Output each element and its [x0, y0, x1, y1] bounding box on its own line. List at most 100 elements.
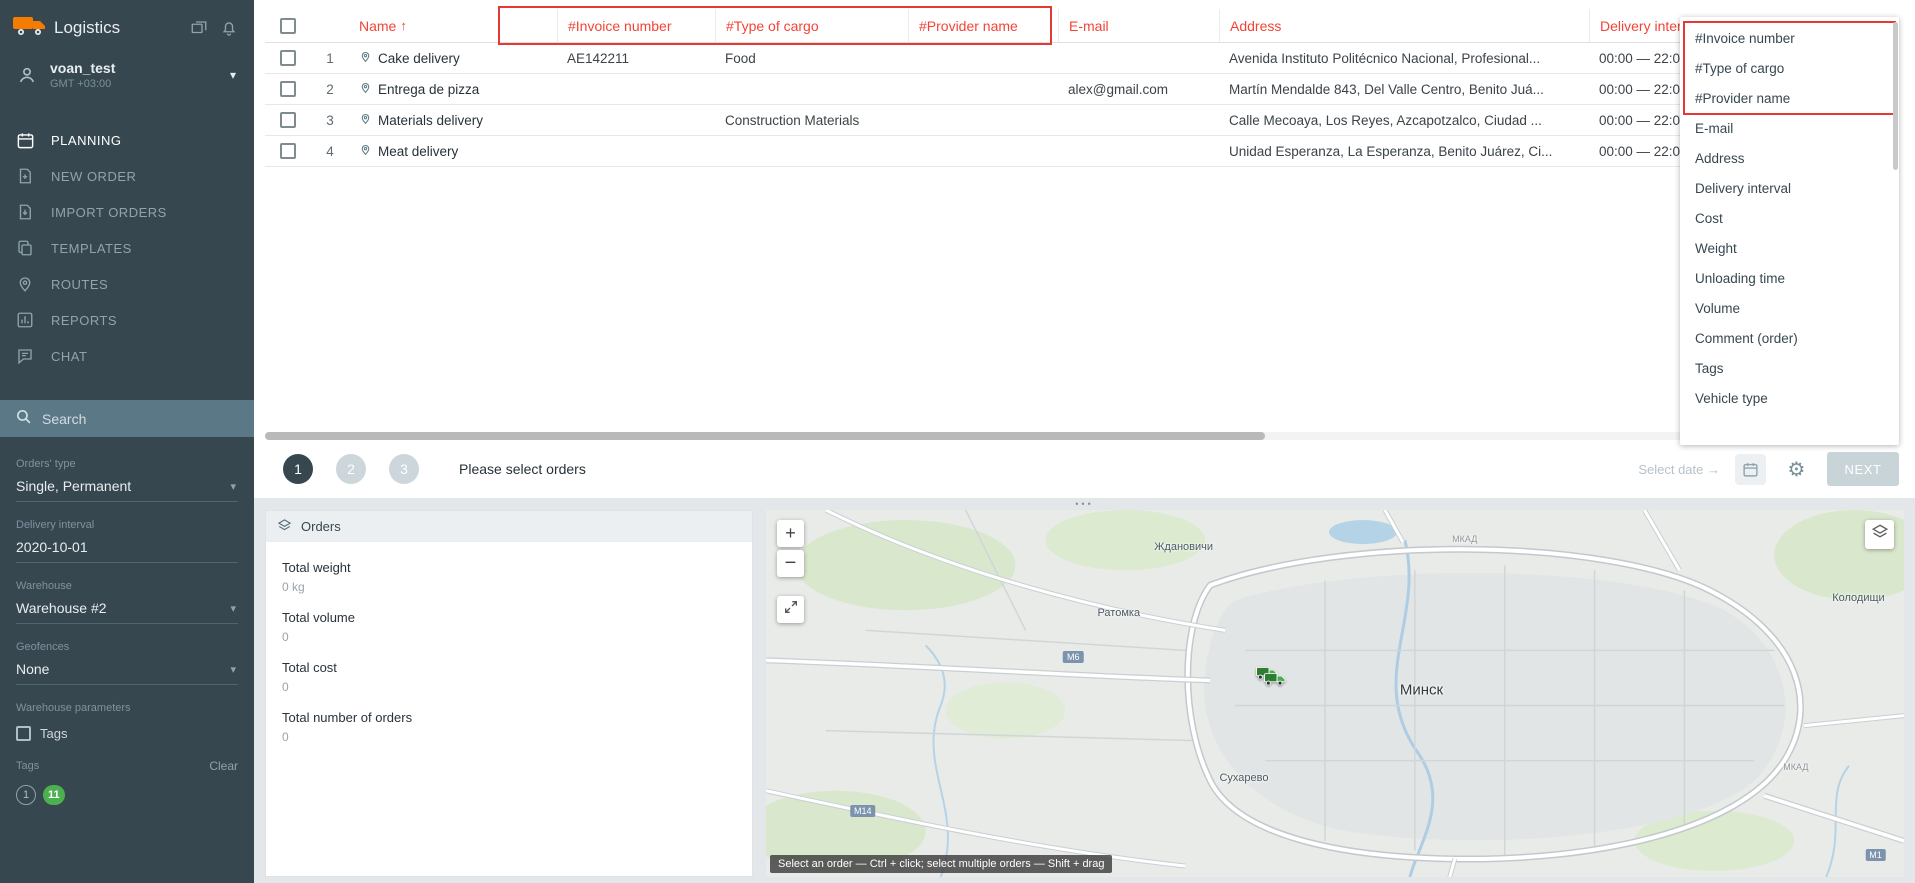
summary-value: 0	[282, 630, 736, 644]
delivery-interval-field[interactable]: 2020-10-01	[16, 531, 238, 563]
summary-value: 0	[282, 730, 736, 744]
column-header-provider-name[interactable]: #Provider name	[908, 9, 1058, 42]
column-menu-item-e-mail[interactable]: E-mail	[1680, 113, 1899, 143]
sidebar-item-routes[interactable]: ROUTES	[0, 266, 254, 302]
fullscreen-button[interactable]	[777, 596, 804, 623]
select-all-checkbox[interactable]	[280, 18, 296, 34]
horizontal-scrollbar[interactable]	[265, 432, 1710, 440]
sidebar-item-label: IMPORT ORDERS	[51, 205, 167, 220]
sidebar-item-import-orders[interactable]: IMPORT ORDERS	[0, 194, 254, 230]
row-checkbox[interactable]	[280, 50, 296, 66]
horizontal-scrollbar-thumb[interactable]	[265, 432, 1265, 440]
map[interactable]: МинскЖдановичиРатомкаКолодищиСухаревоМКА…	[766, 510, 1904, 877]
tags-checkbox-label: Tags	[40, 726, 67, 741]
column-menu-item-invoice-number[interactable]: #Invoice number	[1680, 23, 1899, 53]
search-bar[interactable]: Search	[0, 400, 254, 437]
map-layers-button[interactable]	[1865, 520, 1894, 549]
menu-scrollbar-thumb[interactable]	[1893, 22, 1898, 170]
step-1[interactable]: 1	[283, 454, 313, 484]
order-address: Unidad Esperanza, La Esperanza, Benito J…	[1219, 144, 1589, 159]
user-menu[interactable]: voan_test GMT +03:00 ▾	[0, 50, 254, 94]
row-checkbox[interactable]	[280, 143, 296, 159]
step-2[interactable]: 2	[336, 454, 366, 484]
zoom-in-button[interactable]: +	[777, 520, 804, 547]
select-date-label[interactable]: Select date →	[1638, 462, 1720, 477]
user-name: voan_test	[50, 60, 230, 76]
column-header-label: E-mail	[1069, 18, 1109, 34]
app-root: Logistics voan_test GMT +03:00 ▾ PLANNIN…	[0, 0, 1915, 883]
settings-gear-button[interactable]: ⚙	[1781, 454, 1812, 485]
sidebar-item-templates[interactable]: TEMPLATES	[0, 230, 254, 266]
column-menu-item-volume[interactable]: Volume	[1680, 293, 1899, 323]
column-menu-item-tags[interactable]: Tags	[1680, 353, 1899, 383]
column-header-name[interactable]: Name↑	[349, 9, 557, 42]
zoom-out-button[interactable]: −	[777, 550, 804, 577]
order-row[interactable]: 4 Meat delivery Unidad Esperanza, La Esper…	[265, 136, 1718, 167]
column-header-type-of-cargo[interactable]: #Type of cargo	[715, 9, 908, 42]
delivery-interval-label: Delivery interval	[16, 519, 238, 531]
open-window-icon[interactable]	[186, 16, 212, 40]
sidebar-item-label: PLANNING	[51, 133, 121, 148]
drag-handle-icon[interactable]: •••	[1075, 499, 1093, 509]
column-header-label: #Invoice number	[568, 18, 672, 34]
panel-divider: •••	[254, 498, 1915, 510]
order-row[interactable]: 3Materials deliveryConstruction Material…	[265, 105, 1718, 136]
tags-label: Tags	[16, 760, 39, 772]
sidebar-item-new-order[interactable]: NEW ORDER	[0, 158, 254, 194]
row-checkbox[interactable]	[280, 81, 296, 97]
row-checkbox[interactable]	[280, 112, 296, 128]
summary-item: Total number of orders0	[282, 710, 736, 744]
column-menu-list: #Invoice number#Type of cargo#Provider n…	[1680, 23, 1899, 413]
user-avatar-icon	[14, 62, 40, 88]
column-header-label: #Provider name	[919, 18, 1018, 34]
order-name: Materials delivery	[378, 113, 483, 128]
column-menu-item-provider-name[interactable]: #Provider name	[1680, 83, 1899, 113]
sort-asc-icon: ↑	[400, 18, 407, 33]
column-header-e-mail[interactable]: E-mail	[1058, 9, 1219, 42]
calendar-button[interactable]	[1735, 454, 1766, 485]
file-import-icon	[14, 201, 36, 223]
order-row[interactable]: 1Cake deliveryAE142211FoodAvenida Instit…	[265, 43, 1718, 74]
order-row[interactable]: 2Entrega de pizzaalex@gmail.comMartín Me…	[265, 74, 1718, 105]
tags-clear-button[interactable]: Clear	[209, 759, 238, 773]
orders-top-panel: Name↑#Invoice number#Type of cargo#Provi…	[254, 0, 1915, 498]
column-header-address[interactable]: Address	[1219, 9, 1589, 42]
sidebar-item-label: CHAT	[51, 349, 87, 364]
geofences-select[interactable]: None ▾	[16, 653, 238, 685]
column-menu-item-vehicle-type[interactable]: Vehicle type	[1680, 383, 1899, 413]
sidebar-item-planning[interactable]: PLANNING	[0, 122, 254, 158]
next-button[interactable]: NEXT	[1827, 452, 1899, 486]
warehouse-select[interactable]: Warehouse #2 ▾	[16, 592, 238, 624]
map-layers-icon	[1871, 523, 1889, 546]
tag-badge[interactable]: 1	[16, 785, 36, 805]
row-index: 4	[311, 144, 349, 159]
column-header-label: #Type of cargo	[726, 18, 819, 34]
chat-icon	[14, 345, 36, 367]
order-name: Cake delivery	[378, 51, 460, 66]
column-menu-item-type-of-cargo[interactable]: #Type of cargo	[1680, 53, 1899, 83]
column-menu-item-unloading-time[interactable]: Unloading time	[1680, 263, 1899, 293]
warehouse-label: Warehouse	[16, 580, 238, 592]
step-3[interactable]: 3	[389, 454, 419, 484]
tag-badges: 111	[16, 785, 238, 805]
sidebar-item-chat[interactable]: CHAT	[0, 338, 254, 374]
tag-badge[interactable]: 11	[43, 785, 65, 805]
column-menu-item-weight[interactable]: Weight	[1680, 233, 1899, 263]
notifications-bell-icon[interactable]	[216, 16, 242, 40]
column-header-invoice-number[interactable]: #Invoice number	[557, 9, 715, 42]
column-menu-item-address[interactable]: Address	[1680, 143, 1899, 173]
orders-type-label: Orders' type	[16, 458, 238, 470]
search-label: Search	[42, 411, 86, 427]
sidebar-item-reports[interactable]: REPORTS	[0, 302, 254, 338]
column-menu-item-cost[interactable]: Cost	[1680, 203, 1899, 233]
tags-checkbox[interactable]	[16, 726, 31, 741]
summary-value: 0	[282, 680, 736, 694]
tags-checkbox-row[interactable]: Tags	[16, 726, 238, 741]
map-hint: Select an order — Ctrl + click; select m…	[770, 855, 1112, 873]
column-menu-item-delivery-interval[interactable]: Delivery interval	[1680, 173, 1899, 203]
order-truck-marker[interactable]	[1264, 671, 1286, 691]
orders-type-select[interactable]: Single, Permanent ▾	[16, 470, 238, 502]
column-menu-item-comment-order[interactable]: Comment (order)	[1680, 323, 1899, 353]
order-name: Meat delivery	[378, 144, 458, 159]
map-canvas	[766, 510, 1904, 877]
